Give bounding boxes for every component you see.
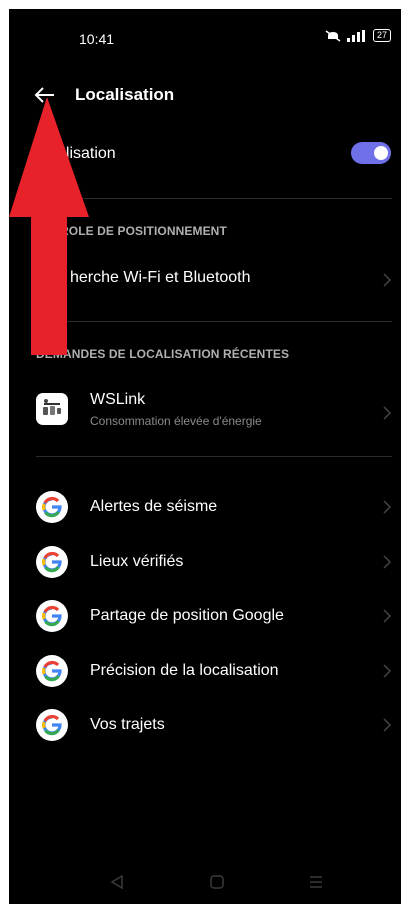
google-item-label: Partage de position Google bbox=[90, 607, 284, 624]
section-positioning: ROLE DE POSITIONNEMENT bbox=[60, 224, 227, 238]
chevron-right-icon bbox=[383, 609, 392, 623]
chevron-right-icon bbox=[383, 406, 392, 420]
recent-app-row[interactable]: WSLink Consommation élevée d'énergie bbox=[9, 379, 401, 439]
section-recent-requests: DEMANDES DE LOCALISATION RÉCENTES bbox=[36, 347, 290, 361]
divider bbox=[36, 198, 392, 199]
status-time: 10:41 bbox=[79, 31, 115, 47]
nav-home-icon[interactable] bbox=[210, 875, 224, 889]
toggle-knob bbox=[374, 146, 388, 160]
navigation-bar bbox=[9, 859, 401, 904]
status-icons: 27 bbox=[325, 29, 391, 42]
location-toggle[interactable] bbox=[351, 142, 391, 164]
wslink-app-icon bbox=[36, 393, 68, 425]
google-item-label: Précision de la localisation bbox=[90, 661, 279, 679]
google-item-label: Alertes de séisme bbox=[90, 498, 218, 515]
location-toggle-label: alisation bbox=[57, 145, 116, 162]
google-item-label: Lieux vérifiés bbox=[90, 552, 184, 570]
page-title: Localisation bbox=[75, 85, 175, 104]
phone-screen: 10:41 27 Localisation alisation ROLE DE … bbox=[9, 9, 401, 904]
nav-menu-icon[interactable] bbox=[309, 875, 323, 889]
signal-icon bbox=[346, 29, 365, 42]
recent-app-detail: Consommation élevée d'énergie bbox=[90, 414, 262, 428]
divider bbox=[36, 321, 392, 322]
chevron-right-icon bbox=[383, 663, 392, 678]
google-item-row[interactable]: Partage de position Google bbox=[9, 592, 401, 640]
recent-app-name: WSLink bbox=[90, 391, 146, 408]
wifi-bluetooth-scan-row[interactable]: herche Wi-Fi et Bluetooth bbox=[9, 257, 401, 301]
google-item-label: Vos trajets bbox=[90, 716, 165, 733]
weather-station-icon bbox=[43, 399, 61, 415]
chevron-right-icon bbox=[383, 718, 392, 732]
divider bbox=[36, 456, 392, 457]
chevron-right-icon bbox=[383, 500, 392, 514]
chevron-right-icon bbox=[383, 554, 392, 569]
chevron-right-icon bbox=[383, 273, 392, 287]
google-item-row[interactable]: Précision de la localisation bbox=[9, 647, 401, 695]
battery-icon: 27 bbox=[372, 29, 391, 42]
google-item-row[interactable]: Lieux vérifiés bbox=[9, 538, 401, 586]
google-item-row[interactable]: Alertes de séisme bbox=[9, 483, 401, 531]
google-item-row[interactable]: Vos trajets bbox=[9, 701, 401, 749]
mute-icon bbox=[325, 29, 341, 42]
nav-back-icon[interactable] bbox=[110, 875, 124, 889]
google-g-icon bbox=[36, 491, 68, 523]
wifi-bluetooth-label: herche Wi-Fi et Bluetooth bbox=[70, 269, 251, 286]
google-g-icon bbox=[36, 654, 68, 687]
google-g-icon bbox=[36, 545, 68, 578]
google-g-icon bbox=[36, 709, 68, 741]
back-arrow-icon[interactable] bbox=[33, 83, 57, 107]
google-g-icon bbox=[36, 600, 68, 632]
location-toggle-row[interactable]: alisation bbox=[9, 129, 401, 179]
